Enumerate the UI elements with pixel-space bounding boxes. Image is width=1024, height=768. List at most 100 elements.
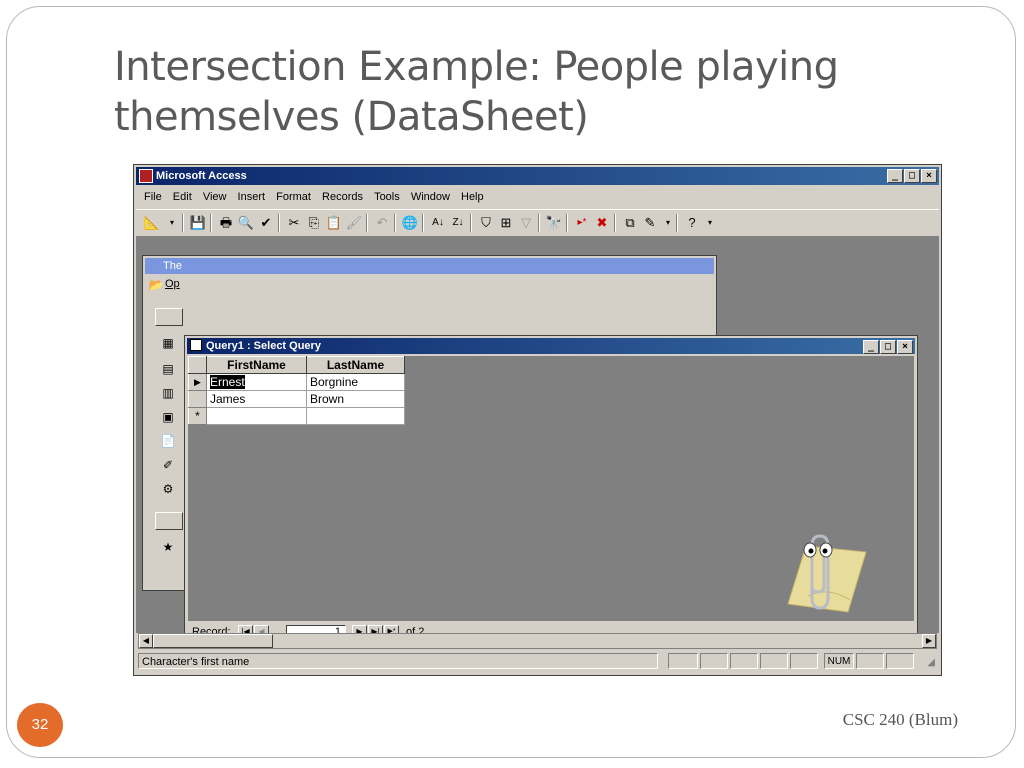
reports-icon[interactable]: ▣ — [159, 408, 177, 426]
save-icon[interactable]: 💾 — [188, 213, 208, 233]
print-preview-icon[interactable]: 🔍 — [236, 213, 256, 233]
pages-icon[interactable]: 📄 — [159, 432, 177, 450]
current-record-selector[interactable]: ▶ — [188, 373, 207, 391]
menu-edit[interactable]: Edit — [173, 191, 192, 203]
num-lock-indicator: NUM — [824, 653, 854, 669]
tables-icon[interactable]: ▦ — [159, 334, 177, 352]
scroll-right-button[interactable]: ▶ — [922, 634, 936, 648]
menu-tools[interactable]: Tools — [374, 191, 400, 203]
slide-title: Intersection Example: People playing the… — [114, 42, 934, 142]
select-all-cell[interactable] — [188, 356, 207, 374]
status-panel — [760, 653, 788, 669]
menu-help[interactable]: Help — [461, 191, 484, 203]
filter-by-form-icon[interactable]: ⊞ — [496, 213, 516, 233]
close-button[interactable]: × — [921, 169, 937, 183]
sort-ascending-icon[interactable]: A↓ — [428, 213, 448, 233]
access-key-icon — [139, 169, 153, 183]
query-maximize-button[interactable]: □ — [880, 340, 896, 354]
horizontal-scrollbar[interactable]: ◀ ▶ — [138, 633, 937, 649]
database-window-titlebar[interactable]: The — [145, 258, 714, 274]
app-titlebar[interactable]: Microsoft Access _ □ × — [136, 167, 939, 185]
help-icon[interactable]: ? — [682, 213, 702, 233]
column-header-firstname[interactable]: FirstName — [206, 356, 307, 374]
maximize-button[interactable]: □ — [904, 169, 920, 183]
print-icon[interactable]: 🖶 — [216, 213, 236, 233]
open-button-label[interactable]: Op — [165, 278, 180, 290]
query-window-buttons: _ □ × — [862, 340, 913, 354]
status-panel — [668, 653, 698, 669]
new-object-dropdown-icon[interactable]: ▾ — [658, 213, 678, 233]
menu-insert[interactable]: Insert — [238, 191, 266, 203]
paste-icon[interactable]: 📋 — [324, 213, 344, 233]
query-window-title: Query1 : Select Query — [206, 340, 321, 352]
status-bar: Character's first name NUM ◢ — [138, 653, 937, 671]
cell-lastname[interactable]: Borgnine — [306, 373, 405, 391]
forms-icon[interactable]: ▥ — [159, 384, 177, 402]
access-window: Microsoft Access _ □ × File Edit View Inse… — [133, 164, 942, 676]
scroll-left-button[interactable]: ◀ — [139, 634, 153, 648]
help-dropdown-icon[interactable]: ▾ — [700, 213, 720, 233]
delete-record-icon[interactable]: ✖ — [592, 213, 612, 233]
query-close-button[interactable]: × — [897, 340, 913, 354]
scroll-thumb[interactable] — [153, 634, 273, 648]
menu-file[interactable]: File — [144, 191, 162, 203]
cell-lastname[interactable]: Brown — [306, 390, 405, 408]
slide-footer: CSC 240 (Blum) — [842, 710, 958, 729]
status-panel — [700, 653, 728, 669]
menu-view[interactable]: View — [203, 191, 227, 203]
macros-icon[interactable]: ✐ — [159, 456, 177, 474]
cell-firstname-value[interactable]: Ernest — [210, 375, 245, 389]
resize-grip-icon[interactable]: ◢ — [927, 657, 935, 668]
find-icon[interactable]: 🔭 — [544, 213, 564, 233]
objects-bar-button[interactable] — [155, 308, 183, 326]
modules-icon[interactable]: ⚙ — [159, 480, 177, 498]
record-selector[interactable] — [188, 390, 207, 408]
favorites-icon[interactable]: ★ — [159, 538, 177, 556]
datasheet-table: FirstName LastName ▶ Ernest Borgnine Jam… — [188, 356, 405, 425]
menu-format[interactable]: Format — [276, 191, 311, 203]
status-panel — [886, 653, 914, 669]
slide-title-line2: themselves (DataSheet) — [114, 94, 589, 140]
spelling-icon[interactable]: ✔ — [256, 213, 276, 233]
cell-new-lastname[interactable] — [306, 407, 405, 425]
menu-window[interactable]: Window — [411, 191, 450, 203]
new-object-icon[interactable]: ✎ — [640, 213, 660, 233]
cell-firstname[interactable]: James — [206, 390, 307, 408]
table-row[interactable]: ▶ Ernest Borgnine — [188, 373, 405, 391]
database-window-icon[interactable]: ⧉ — [620, 213, 640, 233]
undo-icon[interactable]: ↶ — [372, 213, 392, 233]
minimize-button[interactable]: _ — [887, 169, 903, 183]
datasheet-area: FirstName LastName ▶ Ernest Borgnine Jam… — [188, 356, 914, 621]
filter-by-selection-icon[interactable]: ⛉ — [476, 213, 496, 233]
slide-number-badge: 32 — [17, 703, 63, 747]
query-window-titlebar[interactable]: Query1 : Select Query _ □ × — [187, 338, 915, 354]
query-minimize-button[interactable]: _ — [863, 340, 879, 354]
groups-bar-button[interactable] — [155, 512, 183, 530]
view-icon[interactable]: 📐 — [142, 213, 162, 233]
apply-filter-icon[interactable]: ▽ — [516, 213, 536, 233]
app-window-buttons: _ □ × — [886, 169, 937, 183]
sort-descending-icon[interactable]: Z↓ — [448, 213, 468, 233]
status-panel — [790, 653, 818, 669]
cell-firstname[interactable]: Ernest — [206, 373, 307, 391]
hyperlink-icon[interactable]: 🌐 — [400, 213, 420, 233]
new-record-selector[interactable]: * — [188, 407, 207, 425]
column-header-lastname[interactable]: LastName — [306, 356, 405, 374]
new-record-icon[interactable]: ▸* — [572, 213, 592, 233]
menu-bar: File Edit View Insert Format Records Too… — [136, 187, 939, 207]
table-row[interactable]: James Brown — [188, 390, 405, 408]
view-dropdown-icon[interactable]: ▾ — [162, 213, 182, 233]
slide-title-line1: Intersection Example: People playing — [114, 44, 839, 90]
queries-icon[interactable]: ▤ — [159, 360, 177, 378]
format-painter-icon[interactable]: 🖌 — [344, 213, 364, 233]
menu-records[interactable]: Records — [322, 191, 363, 203]
mdi-workspace: The 📂 Op ▦ ▤ ▥ ▣ 📄 ✐ ⚙ ★ Query1 : Select… — [136, 237, 939, 644]
status-panel — [856, 653, 884, 669]
copy-icon[interactable]: ⎘ — [304, 213, 324, 233]
cut-icon[interactable]: ✂ — [284, 213, 304, 233]
cell-new-firstname[interactable] — [206, 407, 307, 425]
app-title: Microsoft Access — [156, 170, 247, 182]
new-record-row[interactable]: * — [188, 407, 405, 425]
open-icon[interactable]: 📂 — [147, 276, 165, 294]
office-assistant-icon[interactable] — [768, 516, 888, 616]
